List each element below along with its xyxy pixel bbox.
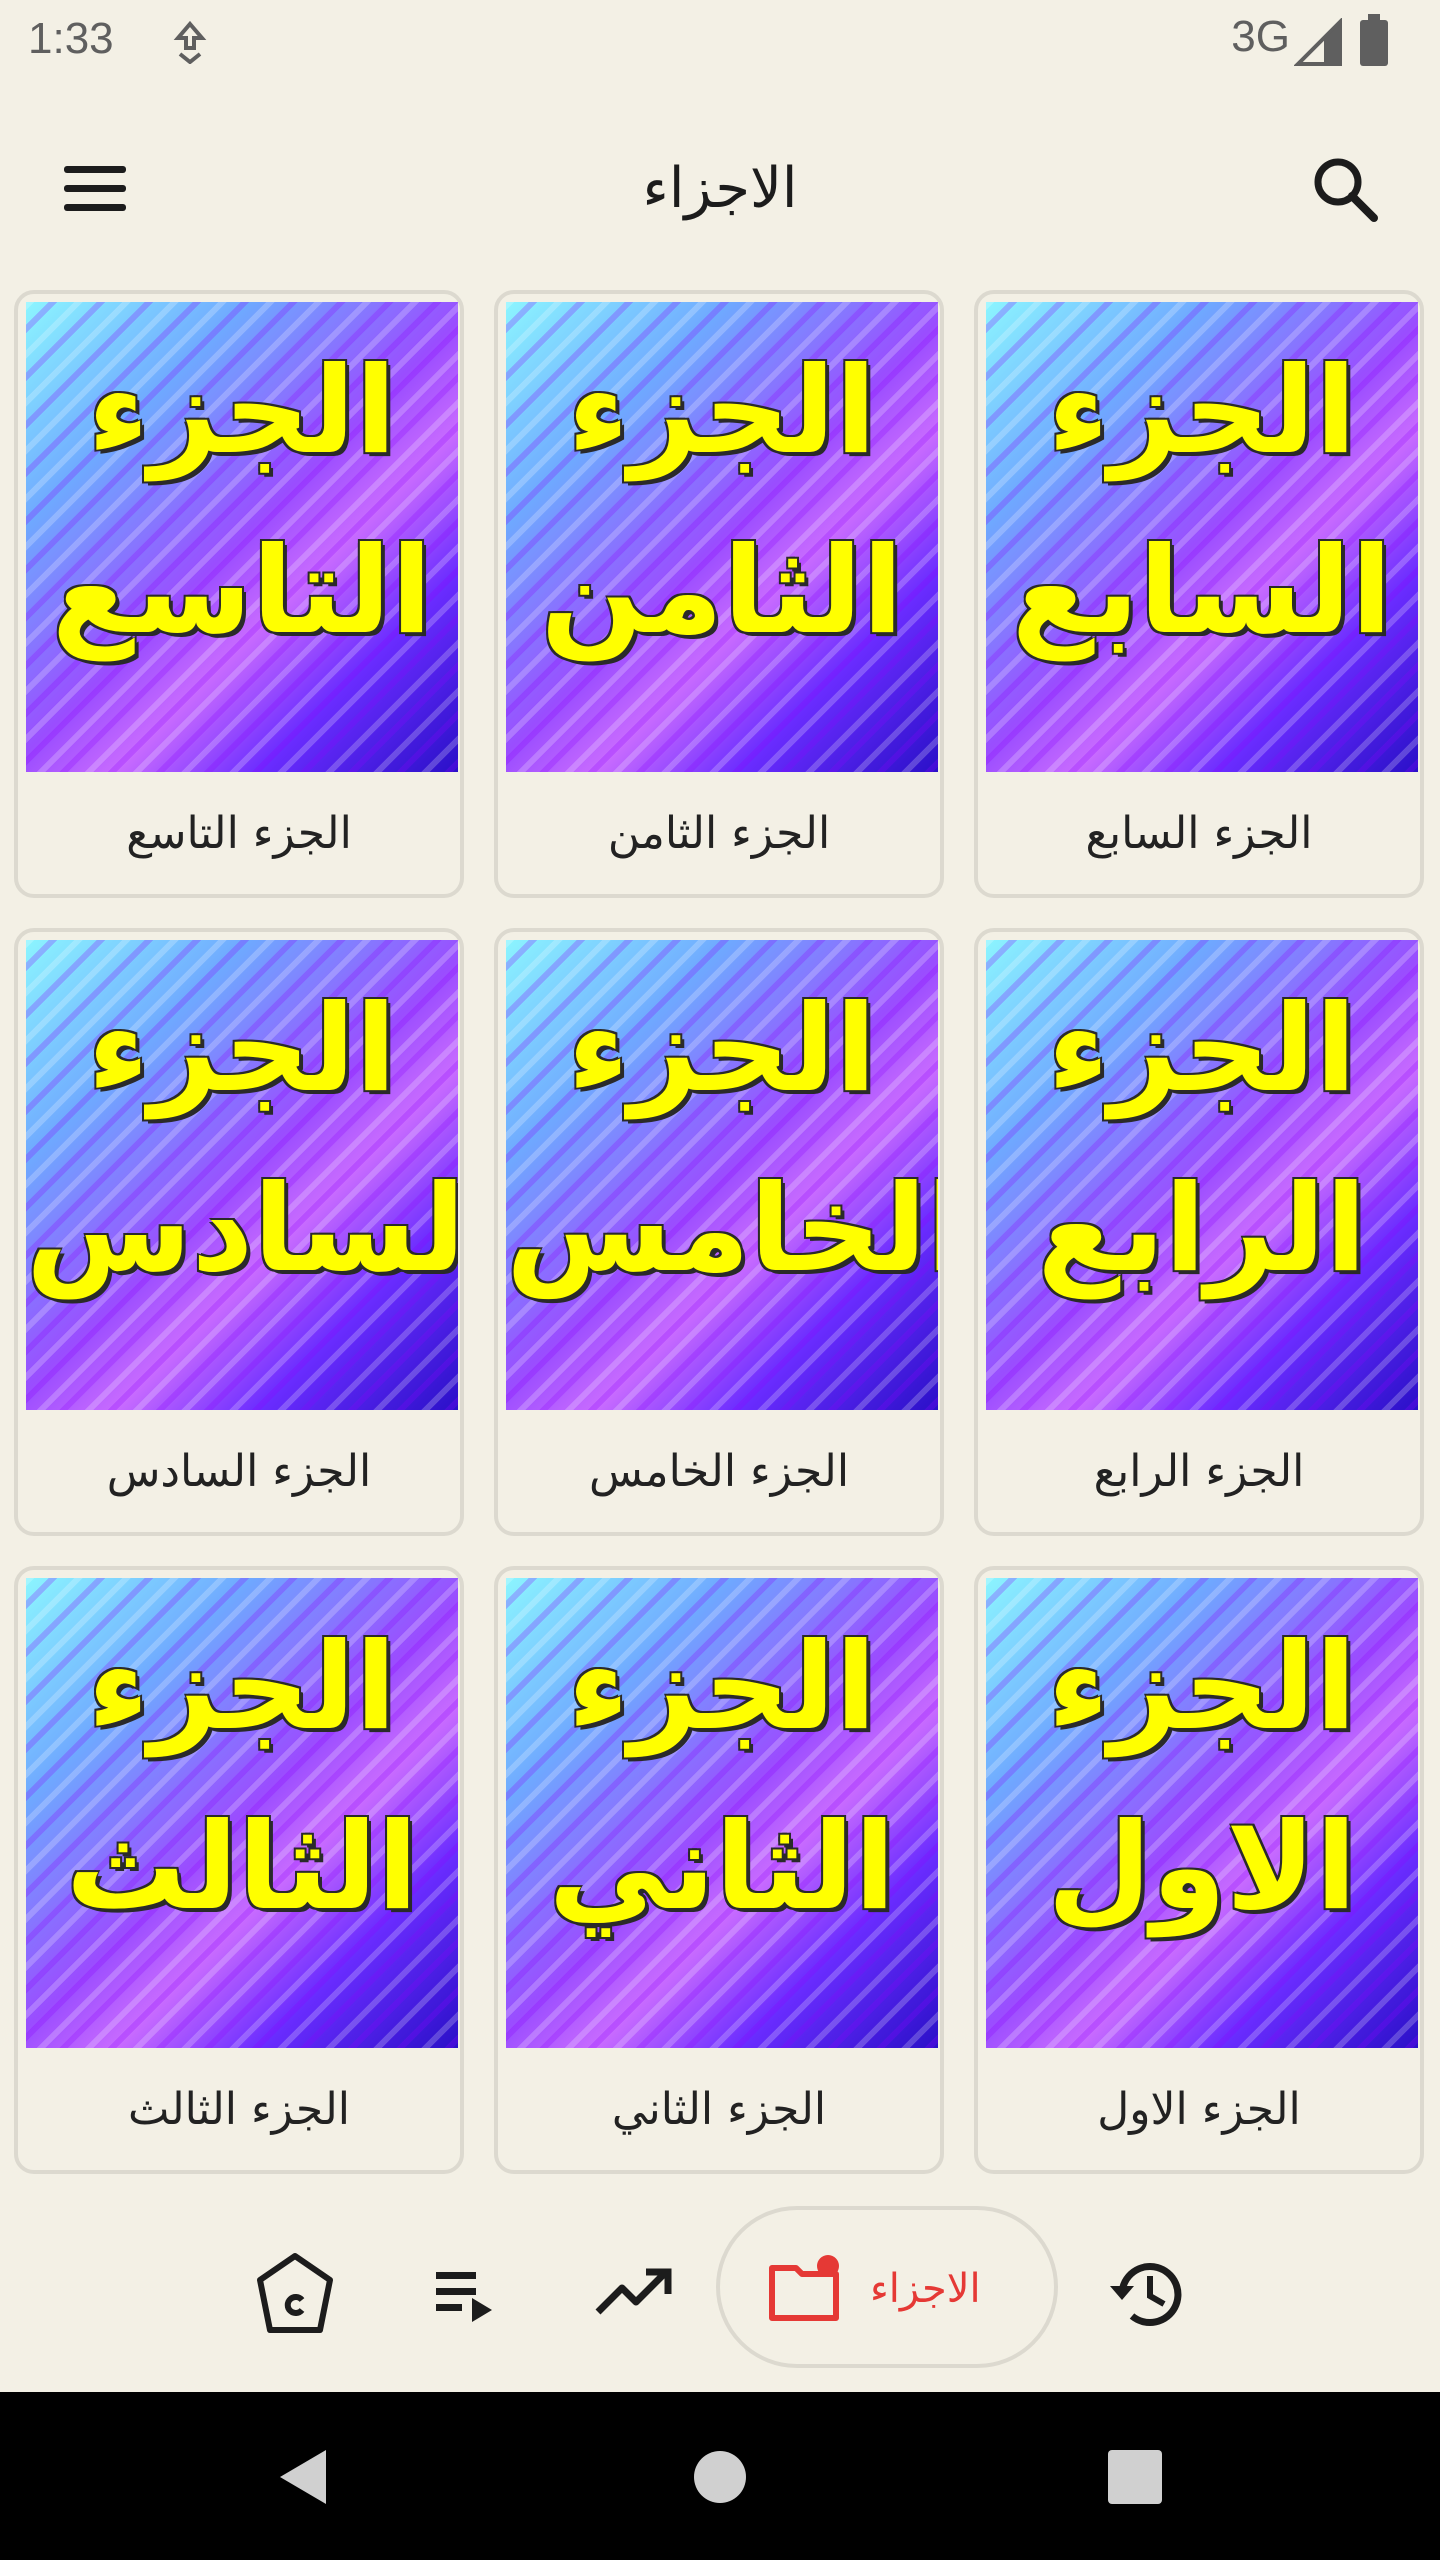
network-type: 3G [1231,12,1290,61]
thumbnail-text-line1: الجزء [567,980,877,1119]
battery-icon [1360,14,1388,66]
card-thumbnail: الجزء التاسع [26,302,458,772]
status-bar: 1:33 3G [0,0,1440,84]
bottom-nav: الاجزاء [0,2190,1440,2390]
card-label: الجزء التاسع [126,808,352,859]
thumbnail-text-line2: الاول [1047,1798,1357,1937]
thumbnail-text-line2: الخامس [506,1160,938,1299]
card-thumbnail: الجزء الثامن [506,302,938,772]
part-card-3[interactable]: الجزء الثالث الجزء الثالث [14,1566,464,2174]
playlist-icon[interactable] [412,2238,522,2348]
home-icon[interactable] [240,2238,350,2348]
card-label: الجزء الثاني [611,2084,827,2135]
thumbnail-text-line2: الثالث [65,1798,419,1937]
thumbnail-text-line1: الجزء [567,1618,877,1757]
card-label: الجزء الاول [1097,2084,1301,2135]
thumbnail-text-line1: الجزء [567,342,877,481]
trending-icon[interactable] [580,2238,690,2348]
parts-grid: الجزء التاسع الجزء التاسع الجزء الثامن ا… [0,290,1440,2180]
card-thumbnail: الجزء الاول [986,1578,1418,2048]
thumbnail-text-line2: الثامن [540,522,904,661]
part-card-5[interactable]: الجزء الخامس الجزء الخامس [494,928,944,1536]
card-thumbnail: الجزء السادس [26,940,458,1410]
thumbnail-text-line1: الجزء [87,980,397,1119]
thumbnail-text-line1: الجزء [1047,1618,1357,1757]
card-label: الجزء السابع [1085,808,1313,859]
card-thumbnail: الجزء الثاني [506,1578,938,2048]
thumbnail-text-line2: السادس [26,1160,458,1299]
system-nav-bar [0,2392,1440,2560]
part-card-7[interactable]: الجزء السابع الجزء السابع [974,290,1424,898]
thumbnail-text-line1: الجزء [1047,980,1357,1119]
thumbnail-text-line1: الجزء [87,1618,397,1757]
app-bar: الاجزاء [0,84,1440,284]
card-label: الجزء الرابع [1093,1446,1305,1497]
card-thumbnail: الجزء الخامس [506,940,938,1410]
part-card-6[interactable]: الجزء السادس الجزء السادس [14,928,464,1536]
part-card-2[interactable]: الجزء الثاني الجزء الثاني [494,1566,944,2174]
thumbnail-text-line2: الثاني [548,1798,896,1937]
page-title: الاجزاء [642,156,798,221]
nav-active-label: الاجزاء [870,2266,981,2312]
signal-icon [1294,18,1342,66]
part-card-8[interactable]: الجزء الثامن الجزء الثامن [494,290,944,898]
card-label: الجزء الخامس [588,1446,850,1497]
card-thumbnail: الجزء الثالث [26,1578,458,2048]
back-icon[interactable] [270,2442,340,2512]
home-button-icon[interactable] [685,2442,755,2512]
status-time: 1:33 [28,14,114,63]
part-card-9[interactable]: الجزء التاسع الجزء التاسع [14,290,464,898]
download-status-icon [173,20,207,64]
part-card-1[interactable]: الجزء الاول الجزء الاول [974,1566,1424,2174]
thumbnail-text-line2: السابع [1011,522,1393,661]
part-card-4[interactable]: الجزء الرابع الجزء الرابع [974,928,1424,1536]
card-thumbnail: الجزء الرابع [986,940,1418,1410]
thumbnail-text-line1: الجزء [1047,342,1357,481]
card-label: الجزء السادس [106,1446,372,1497]
history-icon[interactable] [1092,2238,1202,2348]
thumbnail-text-line1: الجزء [87,342,397,481]
thumbnail-text-line2: الرابع [1037,1160,1367,1299]
card-label: الجزء الثامن [607,808,831,859]
folder-icon [769,2255,839,2321]
search-icon[interactable] [1300,144,1390,234]
nav-item-parts[interactable]: الاجزاء [716,2206,1058,2368]
recents-icon[interactable] [1100,2442,1170,2512]
card-label: الجزء الثالث [128,2084,350,2135]
card-thumbnail: الجزء السابع [986,302,1418,772]
thumbnail-text-line2: التاسع [51,522,433,661]
